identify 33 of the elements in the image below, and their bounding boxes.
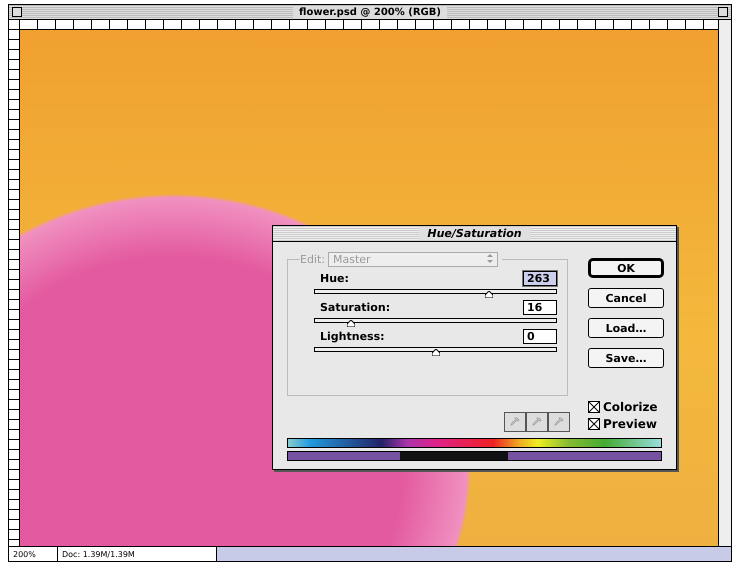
window-title: flower.psd @ 200% (RGB) [293, 6, 447, 18]
checkbox[interactable] [588, 418, 600, 430]
dialog-button[interactable]: Load… [588, 318, 664, 338]
value-field[interactable]: 0 [523, 329, 557, 344]
checkbox-label: Colorize [603, 400, 658, 414]
dropdown-arrows-icon [487, 254, 494, 265]
horizontal-scrollbar[interactable] [217, 547, 731, 561]
value-field[interactable]: 263 [523, 271, 557, 286]
checkbox[interactable] [588, 401, 600, 413]
zoom-level: 200% [9, 547, 58, 561]
slider-label: Lightness: [320, 330, 385, 343]
dialog-button[interactable]: Cancel [588, 288, 664, 308]
vertical-scrollbar[interactable] [718, 20, 731, 546]
zoom-box-icon[interactable] [718, 7, 728, 17]
eyedropper-icon [510, 417, 520, 427]
value-field[interactable]: 16 [523, 300, 557, 315]
eyedropper-button[interactable] [504, 412, 526, 432]
eyedropper-icon [554, 417, 564, 427]
slider-thumb[interactable] [432, 349, 440, 356]
ok-button[interactable]: OK [588, 258, 664, 278]
slider-thumb[interactable] [484, 291, 493, 298]
edit-label: Edit: [300, 253, 326, 266]
eyedropper-button[interactable] [526, 412, 548, 432]
eyedropper-button[interactable] [548, 412, 570, 432]
eyedropper-icon [532, 417, 542, 427]
slider-label: Hue: [320, 272, 349, 285]
document-size: Doc: 1.39M/1.39M [58, 547, 217, 561]
close-box-icon[interactable] [12, 7, 22, 17]
slider-label: Saturation: [320, 301, 390, 314]
slider-thumb[interactable] [347, 320, 356, 327]
checkbox-label: Preview [603, 417, 658, 431]
dialog-button[interactable]: Save… [588, 348, 664, 368]
dialog-title: Hue/Saturation [419, 227, 530, 240]
